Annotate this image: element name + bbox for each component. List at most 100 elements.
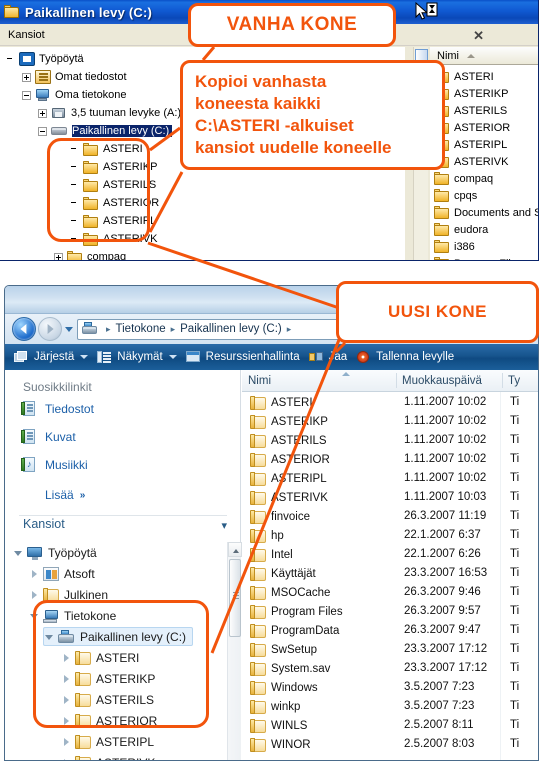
scroll-thumb[interactable] [229,559,241,637]
xp-list-item[interactable]: eudora [434,221,488,238]
expand-icon[interactable] [29,590,39,600]
toolbar-button-label: Näkymät [117,351,163,363]
file-row[interactable]: ASTERIKP 1.11.2007 10:02 Ti [242,415,538,434]
chevron-up-icon[interactable]: ▾ [221,519,227,532]
favorite-link-musiikki[interactable]: ♪ Musiikki [21,457,88,472]
desktop-icon [19,52,35,66]
toolbar-button-j-rjest-[interactable]: Järjestä [14,350,89,364]
vista-file-list[interactable]: Nimi Muokkauspäivä Ty ASTERI 1.11.2007 10:0… [242,370,538,760]
favorites-more-link[interactable]: Lisää » [45,488,85,502]
chevron-down-icon[interactable] [168,355,177,359]
file-name-cell: ASTERILS [250,434,327,448]
xp-list-item[interactable]: cpqs [434,187,477,204]
xp-list-item[interactable]: i386 [434,238,475,255]
vista-tree-item-asteripl[interactable]: ASTERIPL [61,732,154,751]
xp-list-item[interactable]: compaq [434,170,493,187]
xp-window-title: Paikallinen levy (C:) [25,4,153,20]
xp-list-item-label: ASTERI [454,70,494,83]
file-row[interactable]: ASTERILS 1.11.2007 10:02 Ti [242,434,538,453]
toolbar-button-jaa[interactable]: Jaa [308,350,347,364]
expand-icon[interactable] [61,737,71,747]
column-divider[interactable] [502,373,503,388]
file-name-cell: Käyttäjät [250,567,316,581]
toolbar-button-n-kym-t[interactable]: Näkymät [97,350,177,364]
file-row[interactable]: System.sav 23.3.2007 17:12 Ti [242,662,538,681]
chevron-down-icon[interactable] [80,355,89,359]
xp-list-item[interactable]: ASTERIOR [434,119,510,136]
toolbar-button-label: Tallenna levylle [376,351,455,363]
file-row[interactable]: finvoice 26.3.2007 11:19 Ti [242,510,538,529]
file-row[interactable]: ASTERIOR 1.11.2007 10:02 Ti [242,453,538,472]
column-header-muokkausp-iv-[interactable]: Muokkauspäivä [396,370,502,391]
file-row[interactable]: Intel 22.1.2007 6:26 Ti [242,548,538,567]
toolbar-button-resurssienhallinta[interactable]: Resurssienhallinta [185,350,300,364]
expand-icon[interactable] [54,252,63,260]
vista-tree-scrollbar[interactable] [227,542,242,760]
scroll-up-icon[interactable] [228,542,242,557]
xp-tree-item-3-5-tuuman-levyke-a[interactable]: 3,5 tuuman levyke (A:) [38,104,181,122]
xp-tree-item-label: compaq [87,251,127,260]
file-type-cell: Ti [510,586,520,598]
breadcrumb-separator[interactable]: ▸ [287,324,292,335]
vista-tree-item-asterivk[interactable]: ASTERIVK [61,753,155,760]
file-row[interactable]: Program Files 26.3.2007 9:57 Ti [242,605,538,624]
back-arrow-icon[interactable] [12,317,36,341]
file-row[interactable]: SwSetup 23.3.2007 17:12 Ti [242,643,538,662]
favorite-link-kuvat[interactable]: Kuvat [21,429,76,444]
breadcrumb-item-drive[interactable]: Paikallinen levy (C:) [180,323,282,335]
sort-ascending-icon [342,372,350,376]
documents-icon [35,70,51,84]
file-row[interactable]: Käyttäjät 23.3.2007 16:53 Ti [242,567,538,586]
expand-icon[interactable] [61,758,71,760]
xp-tree-item-compaq[interactable]: compaq [54,248,126,260]
vista-tree-item-ty-p-yt[interactable]: Työpöytä [13,543,97,562]
file-type-cell: Ti [510,643,520,655]
file-row[interactable]: WINLS 2.5.2007 8:11 Ti [242,719,538,738]
favorite-link-tiedostot[interactable]: Tiedostot [21,401,94,416]
double-chevron-icon: » [79,489,86,501]
xp-list-item[interactable]: ASTERIVK [434,153,508,170]
file-row[interactable]: winkp 3.5.2007 7:23 Ti [242,700,538,719]
collapse-icon[interactable] [13,548,23,558]
collapse-icon[interactable] [22,90,31,100]
file-row[interactable]: WINOR 2.5.2007 8:03 Ti [242,738,538,757]
file-date-cell: 22.1.2007 6:26 [404,548,481,560]
toolbar-button-tallenna-levylle[interactable]: Tallenna levylle [356,350,454,364]
column-header-nimi[interactable]: Nimi [242,370,396,391]
expand-icon[interactable] [29,569,39,579]
floppy-icon [51,106,67,120]
file-row[interactable]: MSOCache 26.3.2007 9:46 Ti [242,586,538,605]
xp-list-item[interactable]: ASTERIKP [434,85,508,102]
vista-tree-item-atsoft[interactable]: Atsoft [29,564,95,583]
xp-tree-item-omat-tiedostot[interactable]: Omat tiedostot [22,68,127,86]
forward-arrow-icon[interactable] [38,317,62,341]
collapse-icon[interactable] [38,126,47,136]
file-name-cell: ASTERIVK [250,491,328,505]
file-row[interactable]: Windows 3.5.2007 7:23 Ti [242,681,538,700]
close-icon[interactable]: ✕ [473,28,484,44]
callout-instruction-line: koneesta kaikki [195,94,321,113]
xp-tree-item-oma-tietokone[interactable]: Oma tietokone [22,86,127,104]
xp-list-item[interactable]: Program Files [434,255,522,260]
file-list-column-header[interactable]: Nimi Muokkauspäivä Ty [242,370,538,392]
file-row[interactable]: ASTERI 1.11.2007 10:02 Ti [242,396,538,415]
expand-icon[interactable] [22,72,31,82]
column-divider[interactable] [396,373,397,388]
xp-file-list[interactable]: Nimi ASTERI ASTERIKP ASTERILS ASTERIOR ASTER… [430,47,538,260]
file-row[interactable]: hp 22.1.2007 6:37 Ti [242,529,538,548]
column-header-ty[interactable]: Ty [502,370,538,391]
file-row[interactable]: ASTERIVK 1.11.2007 10:03 Ti [242,491,538,510]
chevron-down-icon[interactable] [65,326,73,332]
menu-item-kansiot[interactable]: Kansiot [0,29,51,41]
folders-pane-header[interactable]: Kansiot ▾ [5,517,241,539]
xp-list-item-label: eudora [454,223,489,236]
folder-icon [250,415,266,429]
expand-icon[interactable] [38,108,47,118]
file-row[interactable]: ASTERIPL 1.11.2007 10:02 Ti [242,472,538,491]
xp-tree-item-ty-p-yt[interactable]: Työpöytä [6,50,84,68]
breadcrumb-item-tietokone[interactable]: Tietokone [116,323,166,335]
file-row[interactable]: ProgramData 26.3.2007 9:47 Ti [242,624,538,643]
folder-icon [67,250,83,260]
xp-list-column-header[interactable]: Nimi [430,47,538,65]
xp-list-item[interactable]: Documents and Set [434,204,538,221]
